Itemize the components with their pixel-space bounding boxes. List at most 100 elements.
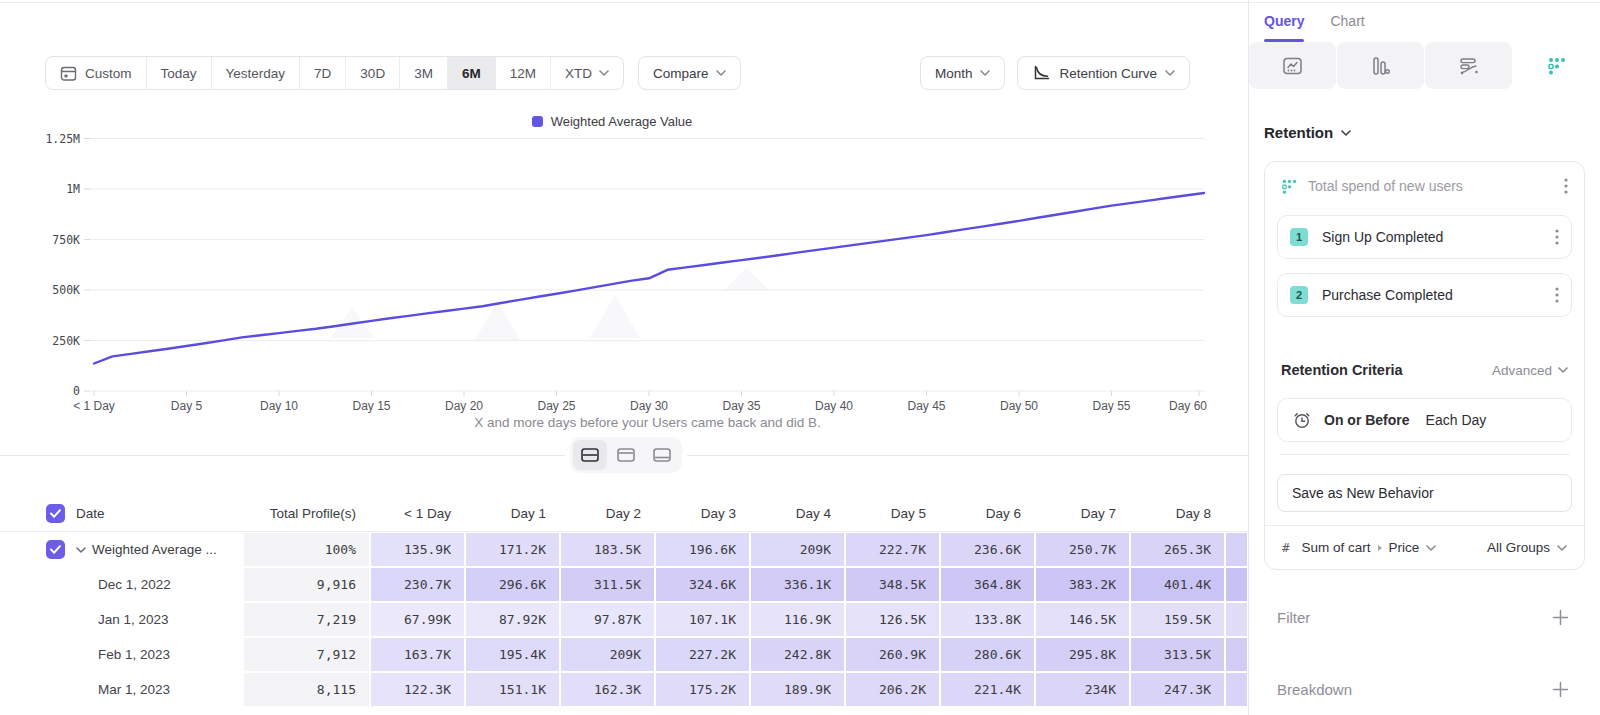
column-header-day-4[interactable]: Day 4 [750, 496, 845, 531]
retention-value-cell[interactable]: 221.4K [941, 673, 1034, 706]
retention-condition[interactable]: On or Before Each Day [1277, 398, 1572, 442]
retention-value-cell[interactable]: 242.8K [751, 638, 844, 671]
retention-value-cell[interactable]: 126.5K [846, 603, 939, 636]
select-all-checkbox[interactable] [46, 504, 65, 523]
retention-value-cell[interactable]: 107.1K [656, 603, 749, 636]
retention-value-cell[interactable]: 183.5K [561, 533, 654, 566]
chart-type-button[interactable]: Retention Curve [1017, 56, 1190, 90]
retention-value-cell[interactable]: 189.9K [751, 673, 844, 706]
retention-value-cell[interactable]: 348.5K [846, 568, 939, 601]
retention-value-cell[interactable]: 227.2K [656, 638, 749, 671]
retention-value-cell[interactable]: 163.7K [371, 638, 464, 671]
retention-value-cell[interactable]: 401.4K [1131, 568, 1224, 601]
column-header-day-3[interactable]: Day 3 [655, 496, 750, 531]
expand-chevron-icon[interactable] [76, 547, 86, 553]
retention-value-cell[interactable]: 196.6K [656, 533, 749, 566]
total-profiles-cell[interactable]: 7,219 [244, 603, 369, 636]
retention-value-cell[interactable]: 97.87K [561, 603, 654, 636]
retention-value-cell[interactable]: 67.99K [371, 603, 464, 636]
groups-dropdown[interactable]: All Groups [1487, 540, 1567, 555]
range-custom[interactable]: Custom [46, 57, 147, 89]
retention-value-cell[interactable]: 151.1K [466, 673, 559, 706]
retention-value-cell[interactable]: 209K [561, 638, 654, 671]
retention-value-cell[interactable]: 222.7K [846, 533, 939, 566]
retention-value-cell[interactable]: 250.7K [1036, 533, 1129, 566]
retention-value-cell[interactable]: 209K [751, 533, 844, 566]
retention-value-cell[interactable]: 162.3K [561, 673, 654, 706]
total-profiles-cell[interactable]: 8,115 [244, 673, 369, 706]
add-breakdown-icon[interactable] [1552, 681, 1569, 698]
retention-value-cell[interactable]: 234K [1036, 673, 1129, 706]
behavior-step-1[interactable]: 1 Sign Up Completed [1277, 215, 1572, 259]
retention-value-cell[interactable]: 146.5K [1036, 603, 1129, 636]
total-profiles-cell[interactable]: 9,916 [244, 568, 369, 601]
total-profiles-cell[interactable]: 100% [244, 533, 369, 566]
add-filter-icon[interactable] [1552, 609, 1569, 626]
save-behavior-button[interactable]: Save as New Behavior [1277, 474, 1572, 512]
retention-line-chart[interactable]: 0250K500K750K1M1.25M< 1 DayDay 5Day 10Da… [0, 125, 1248, 415]
insights-report-tab[interactable] [1249, 42, 1336, 89]
retention-value-cell[interactable]: 116.9K [751, 603, 844, 636]
retention-value-cell[interactable]: 206.2K [846, 673, 939, 706]
retention-value-cell[interactable]: 383.2K [1036, 568, 1129, 601]
retention-value-cell[interactable]: 159.5K [1131, 603, 1224, 636]
view-toggle-split[interactable] [573, 440, 607, 470]
column-header-day-1[interactable]: Day 1 [465, 496, 560, 531]
retention-value-cell[interactable]: 87.92K [466, 603, 559, 636]
column-header-date[interactable]: Date [70, 496, 243, 531]
retention-value-cell[interactable]: 175.2K [656, 673, 749, 706]
range-3m[interactable]: 3M [400, 57, 448, 89]
column-header-day-8[interactable]: Day 8 [1130, 496, 1225, 531]
range-yesterday[interactable]: Yesterday [212, 57, 301, 89]
retention-value-cell[interactable]: 247.3K [1131, 673, 1224, 706]
retention-value-cell[interactable]: 324.6K [656, 568, 749, 601]
retention-value-cell[interactable]: 295.8K [1036, 638, 1129, 671]
measure-property[interactable]: Price [1389, 540, 1420, 555]
retention-value-cell[interactable]: 122.3K [371, 673, 464, 706]
retention-value-cell[interactable]: 280.6K [941, 638, 1034, 671]
tab-query[interactable]: Query [1264, 0, 1304, 42]
column-header-day-6[interactable]: Day 6 [940, 496, 1035, 531]
retention-section-header[interactable]: Retention [1264, 124, 1585, 141]
column-header--1-day[interactable]: < 1 Day [370, 496, 465, 531]
range-30d[interactable]: 30D [346, 57, 400, 89]
retention-report-tab[interactable] [1513, 42, 1600, 89]
retention-value-cell[interactable]: 313.5K [1131, 638, 1224, 671]
range-12m[interactable]: 12M [496, 57, 551, 89]
column-header-day-5[interactable]: Day 5 [845, 496, 940, 531]
advanced-dropdown[interactable]: Advanced [1492, 363, 1568, 378]
flows-report-tab[interactable] [1425, 42, 1512, 89]
retention-value-cell[interactable]: 311.5K [561, 568, 654, 601]
retention-value-cell[interactable]: 230.7K [371, 568, 464, 601]
measure-event[interactable]: Sum of cart [1302, 540, 1371, 555]
column-header-total-profile-s-[interactable]: Total Profile(s) [243, 496, 370, 531]
column-header-day-7[interactable]: Day 7 [1035, 496, 1130, 531]
view-toggle-chart[interactable] [609, 440, 643, 470]
range-today[interactable]: Today [147, 57, 212, 89]
retention-value-cell[interactable]: 260.9K [846, 638, 939, 671]
retention-value-cell[interactable]: 336.1K [751, 568, 844, 601]
retention-value-cell[interactable]: 133.8K [941, 603, 1034, 636]
tab-chart[interactable]: Chart [1330, 0, 1364, 42]
retention-value-cell[interactable]: 195.4K [466, 638, 559, 671]
kebab-menu-icon[interactable] [1555, 228, 1559, 246]
retention-value-cell[interactable]: 364.8K [941, 568, 1034, 601]
kebab-menu-icon[interactable] [1564, 177, 1568, 195]
row-checkbox[interactable] [46, 540, 65, 559]
range-7d[interactable]: 7D [300, 57, 346, 89]
kebab-menu-icon[interactable] [1555, 286, 1559, 304]
total-profiles-cell[interactable]: 7,912 [244, 638, 369, 671]
retention-value-cell[interactable]: 171.2K [466, 533, 559, 566]
range-6m[interactable]: 6M [448, 57, 496, 89]
granularity-button[interactable]: Month [920, 56, 1006, 90]
compare-button[interactable]: Compare [638, 56, 742, 90]
range-xtd[interactable]: XTD [551, 57, 623, 89]
behavior-step-2[interactable]: 2 Purchase Completed [1277, 273, 1572, 317]
view-toggle-table[interactable] [645, 440, 679, 470]
retention-value-cell[interactable]: 236.6K [941, 533, 1034, 566]
funnels-report-tab[interactable] [1337, 42, 1424, 89]
retention-value-cell[interactable]: 135.9K [371, 533, 464, 566]
retention-value-cell[interactable]: 265.3K [1131, 533, 1224, 566]
column-header-day-2[interactable]: Day 2 [560, 496, 655, 531]
retention-value-cell[interactable]: 296.6K [466, 568, 559, 601]
